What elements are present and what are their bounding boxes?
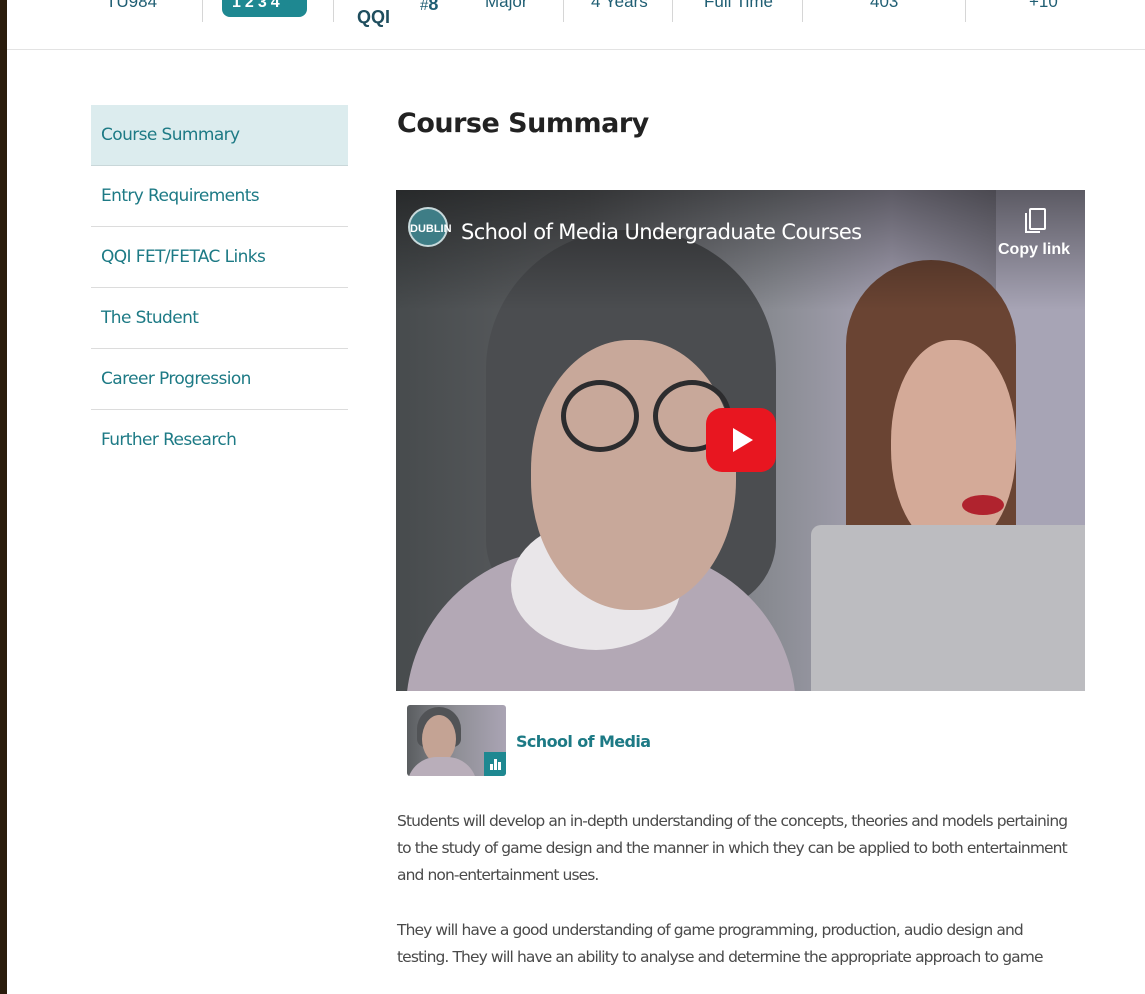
play-button[interactable]: [706, 408, 776, 472]
video-frame-image: [531, 340, 736, 610]
video-frame-image: [891, 340, 1016, 550]
nav-item-entry-requirements[interactable]: Entry Requirements: [91, 166, 348, 227]
channel-thumbnail[interactable]: [407, 705, 506, 776]
nav-item-career-progression[interactable]: Career Progression: [91, 349, 348, 410]
thumbnail-image: [422, 715, 456, 763]
copy-link-button[interactable]: Copy link: [994, 208, 1074, 259]
attendance-mode: Full Time: [704, 0, 773, 11]
copy-icon: [1024, 208, 1046, 233]
course-code: TU984: [106, 0, 158, 11]
window-edge-left: [0, 0, 7, 994]
year-5: 5: [283, 0, 297, 11]
year-4: 4: [270, 0, 284, 11]
video-frame-image: [561, 380, 639, 452]
nav-item-course-summary[interactable]: Course Summary: [91, 105, 348, 166]
course-duration: 4 Years: [591, 0, 648, 11]
nav-item-further-research[interactable]: Further Research: [91, 410, 348, 471]
places-count: +10: [1029, 0, 1058, 11]
cao-points: 403: [870, 0, 899, 11]
course-summary-text: Students will develop an in-depth unders…: [397, 808, 1077, 994]
year-3: 3: [257, 0, 271, 11]
channel-logo[interactable]: DUBLIN: [408, 207, 452, 247]
video-frame-image: [811, 525, 1085, 691]
summary-paragraph: They will have a good understanding of g…: [397, 921, 1044, 966]
years-selector: 12345: [222, 0, 307, 17]
video-title-overlay: [396, 190, 1085, 310]
copy-link-label: Copy link: [997, 241, 1070, 258]
video-player[interactable]: DUBLIN School of Media Undergraduate Cou…: [396, 190, 1085, 691]
thumbnail-image: [407, 757, 477, 776]
bar-chart-icon: [484, 752, 506, 776]
stat-divider: [802, 0, 803, 22]
video-title[interactable]: School of Media Undergraduate Courses: [461, 220, 862, 244]
course-section-nav: Course Summary Entry Requirements QQI FE…: [91, 105, 348, 471]
qqi-level: #8: [420, 0, 438, 15]
channel-name-link[interactable]: School of Media: [516, 732, 651, 751]
award-type: Major: [485, 0, 528, 11]
year-2: 2: [244, 0, 258, 11]
nav-item-the-student[interactable]: The Student: [91, 288, 348, 349]
stat-divider: [202, 0, 203, 22]
page-title: Course Summary: [397, 108, 649, 139]
nav-item-qqi-links[interactable]: QQI FET/FETAC Links: [91, 227, 348, 288]
video-frame-image: [962, 495, 1004, 515]
qqi-level-number: 8: [428, 0, 439, 14]
stat-divider: [672, 0, 673, 22]
stat-divider: [563, 0, 564, 22]
stat-divider: [333, 0, 334, 22]
course-stats-bar: TU984 12345 QQI #8 Major 4 Years Full Ti…: [7, 0, 1145, 50]
year-1: 1: [232, 0, 245, 11]
summary-paragraph: Students will develop an in-depth unders…: [397, 812, 1068, 884]
qqi-label: QQI: [357, 7, 391, 27]
stat-divider: [965, 0, 966, 22]
